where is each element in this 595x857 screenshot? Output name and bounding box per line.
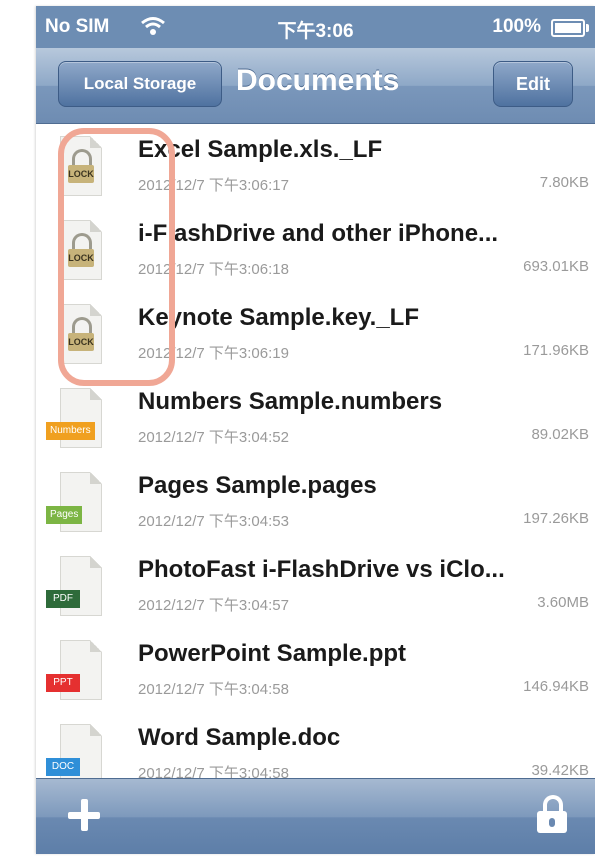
file-type-tag: Pages [46, 506, 83, 524]
file-size: 3.60MB [537, 594, 589, 611]
file-name: PowerPoint Sample.ppt [138, 640, 407, 667]
file-size: 39.42KB [531, 762, 589, 779]
edit-button[interactable]: Edit [493, 61, 573, 107]
page-title: Documents [236, 64, 400, 97]
battery-percent: 100% [492, 16, 541, 37]
ppt-file-icon: PPT [46, 638, 108, 702]
phone-screen: No SIM 下午3:06 100% Local Storage Documen… [36, 6, 595, 854]
file-type-tag: DOC [46, 758, 80, 776]
file-size: 197.26KB [523, 510, 589, 527]
locked-files-highlight [58, 128, 175, 386]
file-size: 7.80KB [539, 174, 589, 191]
status-bar: No SIM 下午3:06 100% [36, 6, 595, 48]
bottom-toolbar [36, 778, 595, 854]
file-row[interactable]: PPT PowerPoint Sample.ppt 2012/12/7 下午3:04… [36, 628, 595, 713]
file-size: 171.96KB [523, 342, 589, 359]
file-name: Pages Sample.pages [138, 472, 377, 499]
file-name: PhotoFast i-FlashDrive vs iClo... [138, 556, 505, 583]
file-name: i-FlashDrive and other iPhone... [138, 220, 499, 247]
pages-file-icon: Pages [46, 470, 108, 534]
file-row[interactable]: PDF PhotoFast i-FlashDrive vs iClo... 2012… [36, 544, 595, 629]
file-name: Numbers Sample.numbers [138, 388, 443, 415]
file-type-tag: PPT [46, 674, 80, 692]
pdf-file-icon: PDF [46, 554, 108, 618]
doc-file-icon: DOC [46, 722, 108, 782]
file-row[interactable]: Pages Pages Sample.pages 2012/12/7 下午3:04:… [36, 460, 595, 545]
file-size: 146.94KB [523, 678, 589, 695]
file-name: Excel Sample.xls._LF [138, 136, 383, 163]
file-type-tag: PDF [46, 590, 80, 608]
file-name: Keynote Sample.key._LF [138, 304, 419, 331]
file-row[interactable]: DOC Word Sample.doc 2012/12/7 下午3:04:58 39.… [36, 712, 595, 782]
file-size: 89.02KB [531, 426, 589, 443]
battery-icon [551, 19, 589, 37]
file-row[interactable]: Numbers Numbers Sample.numbers 2012/12/7 下… [36, 376, 595, 461]
file-date: 2012/12/7 下午3:04:52 [138, 429, 289, 446]
file-date: 2012/12/7 下午3:04:53 [138, 513, 289, 530]
plus-icon[interactable] [66, 797, 102, 833]
navigation-bar: Local Storage Documents Edit [36, 48, 595, 124]
numbers-file-icon: Numbers [46, 386, 108, 450]
file-date: 2012/12/7 下午3:04:57 [138, 597, 289, 614]
file-date: 2012/12/7 下午3:04:58 [138, 681, 289, 698]
lock-icon[interactable] [537, 795, 567, 833]
file-type-tag: Numbers [46, 422, 95, 440]
file-size: 693.01KB [523, 258, 589, 275]
back-button-label: Local Storage [83, 74, 197, 93]
file-name: Word Sample.doc [138, 724, 341, 751]
back-button[interactable]: Local Storage [58, 61, 222, 107]
